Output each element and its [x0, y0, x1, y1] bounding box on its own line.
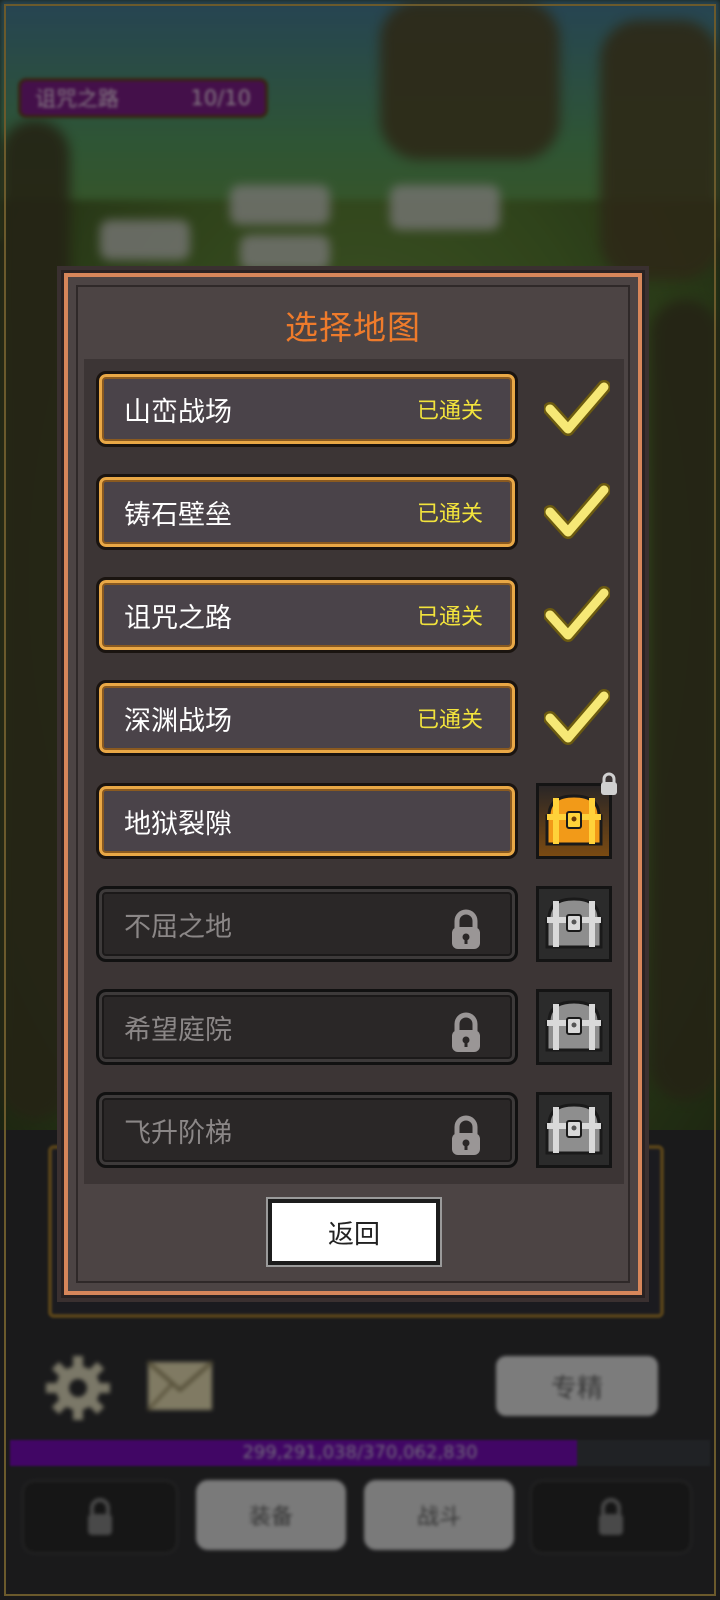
map-row[interactable]: 铸石壁垒 已通关 — [96, 474, 518, 550]
map-name: 山峦战场 — [124, 396, 232, 428]
map-row[interactable]: 飞升阶梯 — [96, 1092, 518, 1168]
map-status: 已通关 — [416, 708, 483, 733]
back-button[interactable]: 返回 — [268, 1199, 440, 1265]
check-icon — [543, 379, 611, 439]
padlock-icon — [449, 909, 483, 951]
padlock-icon — [449, 1012, 483, 1054]
map-row[interactable]: 山峦战场 已通关 — [96, 371, 518, 447]
map-name: 铸石壁垒 — [124, 499, 232, 531]
map-name: 不屈之地 — [124, 911, 232, 943]
map-select-dialog: 选择地图 山峦战场 已通关 铸石壁垒 已通关 诅咒之路 已通关 深渊战场 已通关 地狱裂隙 不屈之… — [61, 270, 645, 1298]
map-row[interactable]: 地狱裂隙 — [96, 783, 518, 859]
map-row[interactable]: 深渊战场 已通关 — [96, 680, 518, 756]
padlock-icon — [449, 1115, 483, 1157]
locked-chest-icon[interactable] — [536, 886, 612, 962]
map-name: 诅咒之路 — [124, 602, 232, 634]
back-button-label: 返回 — [327, 1219, 380, 1250]
map-row[interactable]: 希望庭院 — [96, 989, 518, 1065]
check-icon — [543, 585, 611, 645]
dialog-title: 选择地图 — [285, 308, 421, 347]
check-icon — [543, 482, 611, 542]
map-status: 已通关 — [416, 502, 483, 527]
map-row[interactable]: 不屈之地 — [96, 886, 518, 962]
map-status: 已通关 — [416, 399, 483, 424]
map-name: 希望庭院 — [124, 1014, 232, 1046]
map-name: 深渊战场 — [124, 705, 232, 737]
map-list: 山峦战场 已通关 铸石壁垒 已通关 诅咒之路 已通关 深渊战场 已通关 地狱裂隙 不屈之地 希望庭院… — [84, 359, 624, 1184]
check-icon — [543, 688, 611, 748]
small-lock-icon — [599, 771, 619, 797]
map-status: 已通关 — [416, 605, 483, 630]
map-row[interactable]: 诅咒之路 已通关 — [96, 577, 518, 653]
locked-chest-icon[interactable] — [536, 989, 612, 1065]
map-name: 地狱裂隙 — [124, 808, 232, 840]
map-name: 飞升阶梯 — [124, 1117, 232, 1149]
locked-chest-icon[interactable] — [536, 1092, 612, 1168]
